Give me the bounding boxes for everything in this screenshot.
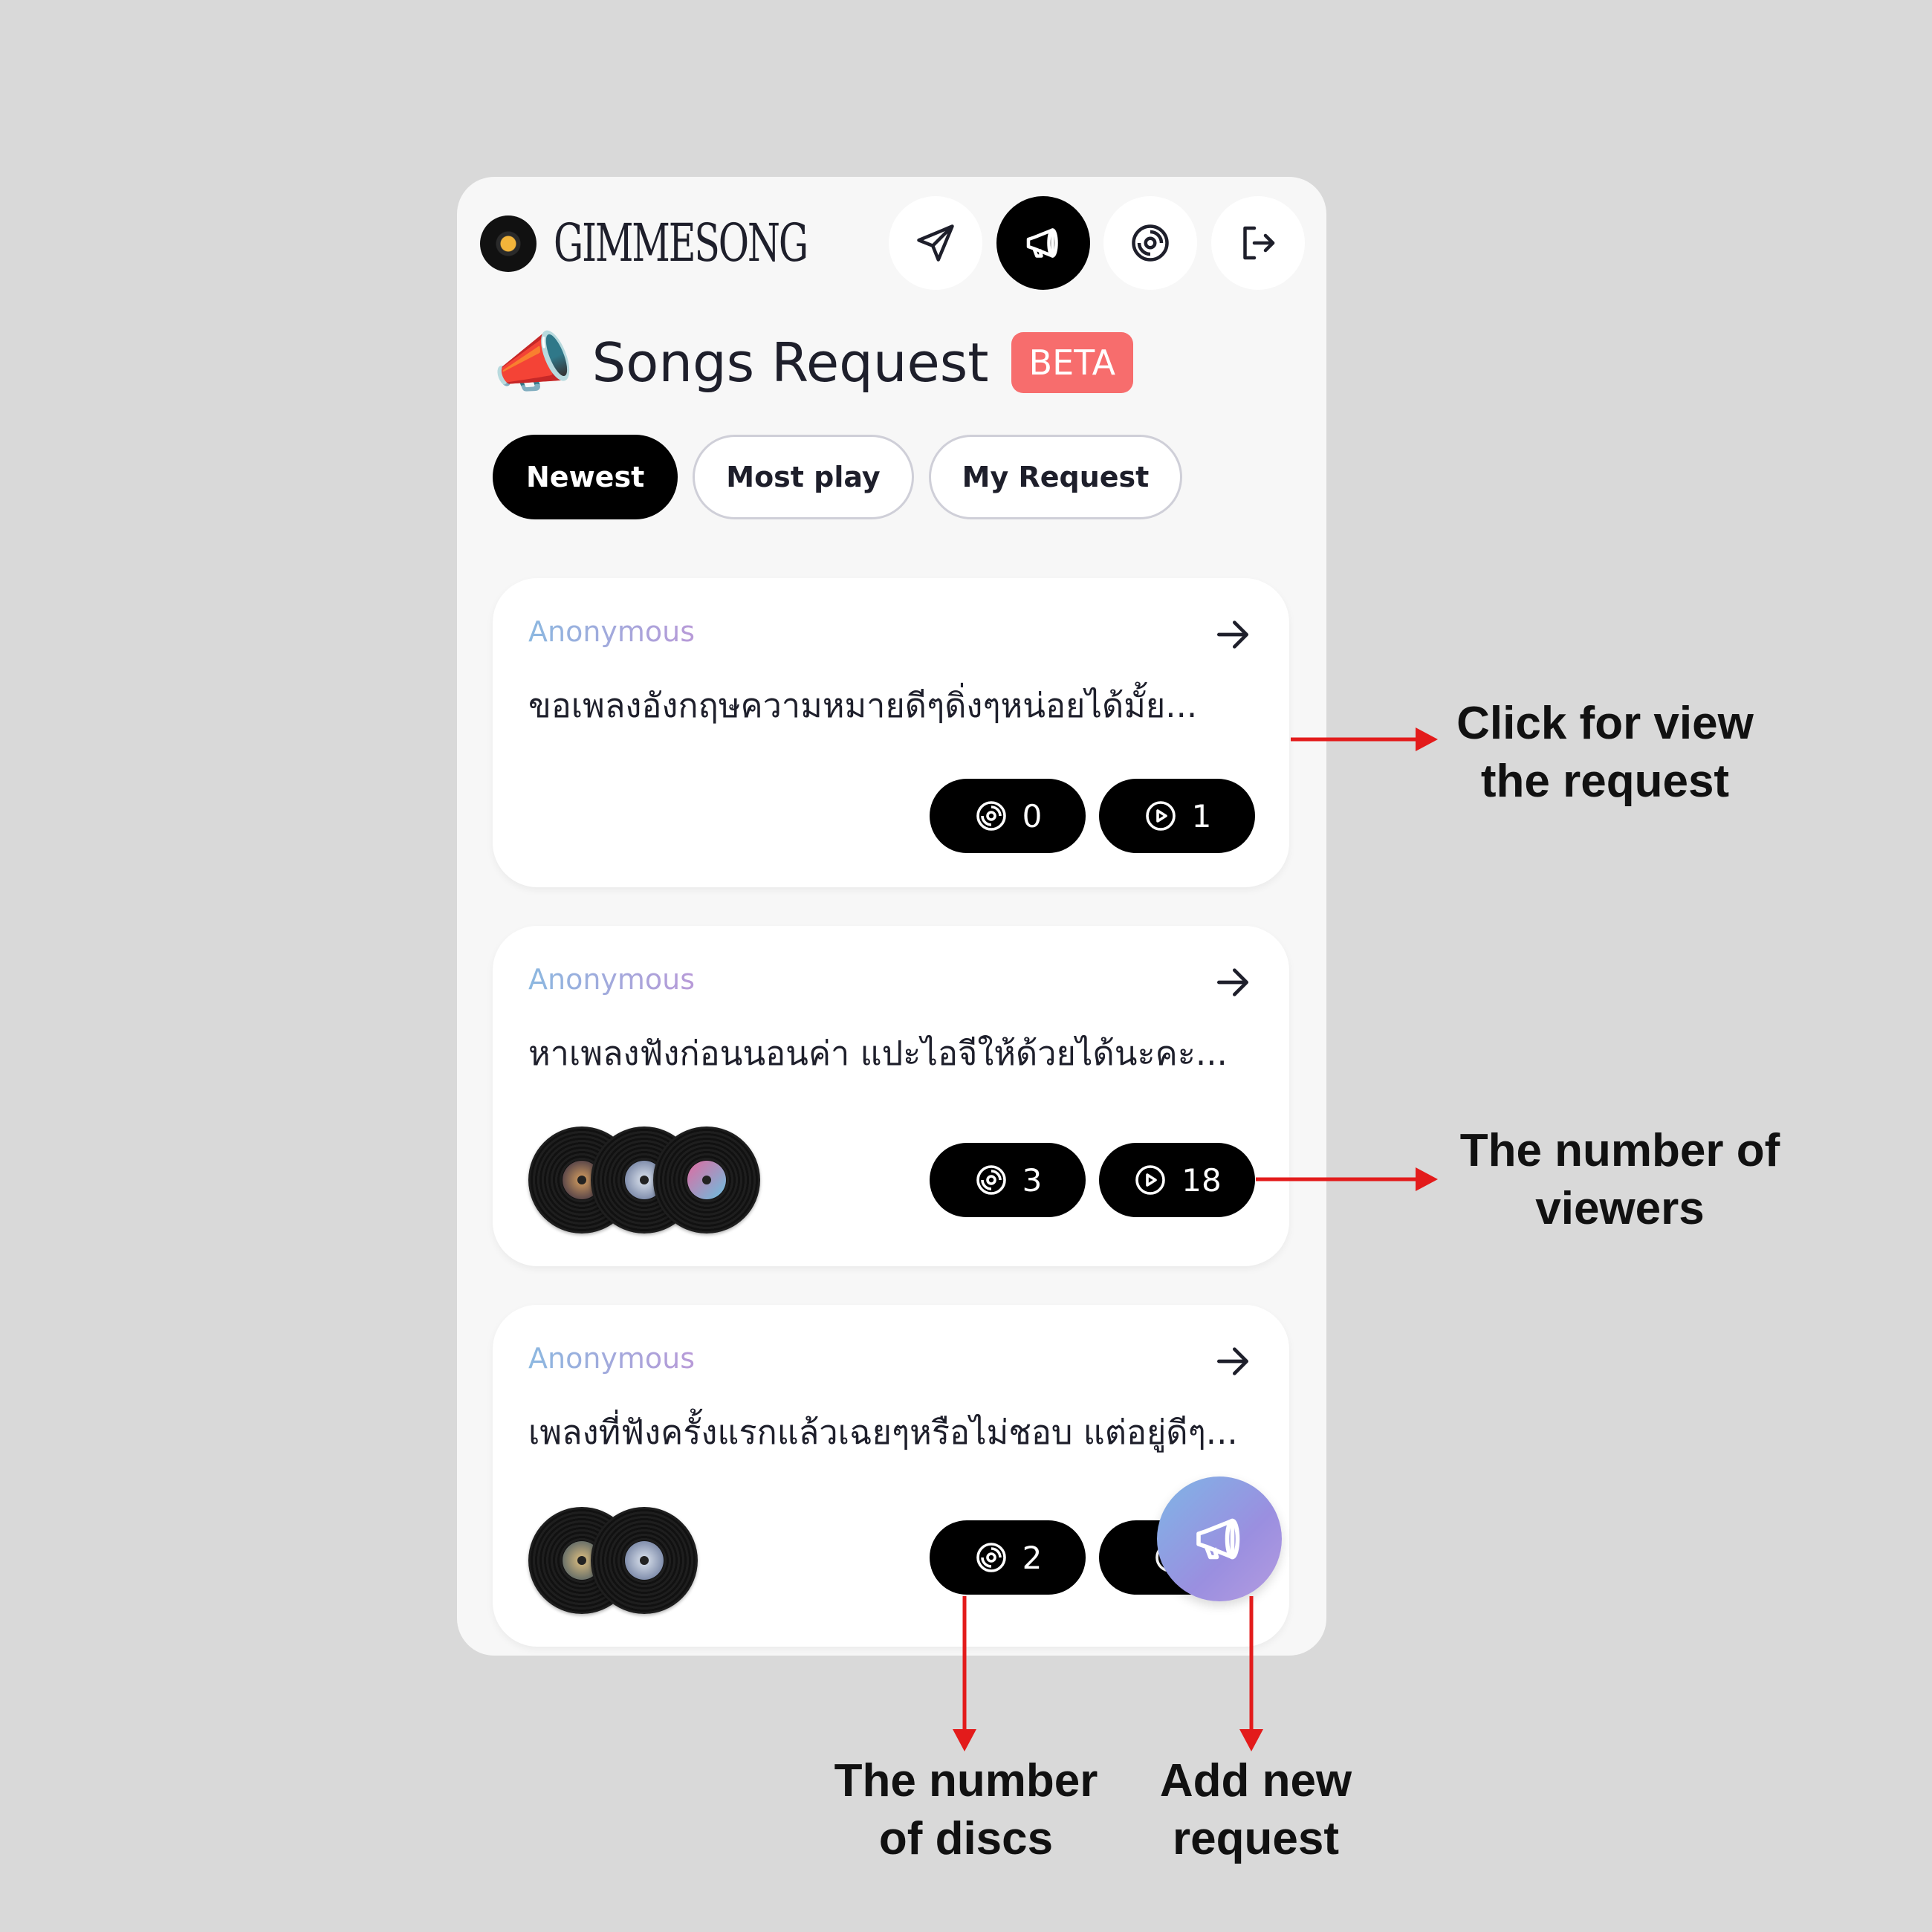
disc-count-badge: 0 — [930, 779, 1086, 853]
disc-count-badge: 2 — [930, 1520, 1086, 1595]
beta-badge: BETA — [1011, 332, 1134, 393]
nav-request-button[interactable] — [996, 196, 1090, 290]
page-title-row: 📣 Songs Request BETA — [493, 322, 1134, 403]
annotation-viewers: The number of viewers — [1459, 1125, 1780, 1234]
play-icon — [1135, 1165, 1166, 1195]
app-logo: GIMMESONG — [554, 213, 808, 273]
annotation-discs: The number of discs — [834, 1755, 1098, 1864]
tab-most-play[interactable]: Most play — [693, 435, 914, 519]
request-author: Anonymous — [528, 1342, 696, 1375]
request-card[interactable]: Anonymous เพลงที่ฟังครั้งแรกแล้วเฉยๆหรือ… — [493, 1305, 1289, 1647]
request-message: หาเพลงฟังก่อนนอนค่า แปะไอจีให้ด้วยได้นะค… — [528, 1034, 1228, 1073]
disc-icon — [976, 1165, 1006, 1195]
disc-count-badge: 3 — [930, 1143, 1086, 1217]
request-message: เพลงที่ฟังครั้งแรกแล้วเฉยๆหรือไม่ชอบ แต่… — [528, 1413, 1238, 1452]
page-title: Songs Request — [591, 331, 989, 394]
filter-tabs: Newest Most play My Request — [493, 435, 1183, 519]
annotation-view-request: Click for view the request — [1456, 698, 1754, 807]
annotation-add-new: Add new request — [1159, 1755, 1352, 1864]
song-disc-thumbnail — [653, 1127, 760, 1234]
disc-count: 0 — [1022, 797, 1043, 834]
view-count-badge: 18 — [1099, 1143, 1255, 1217]
nav-send-button[interactable] — [889, 196, 982, 290]
disc-icon — [976, 1543, 1006, 1572]
tab-my-request[interactable]: My Request — [928, 435, 1183, 519]
request-author: Anonymous — [528, 615, 696, 648]
disc-icon — [976, 801, 1006, 831]
view-count: 18 — [1181, 1161, 1222, 1199]
arrow-right-icon[interactable] — [1212, 1341, 1254, 1382]
play-icon — [1145, 801, 1176, 831]
send-icon — [917, 224, 954, 262]
megaphone-icon — [1026, 228, 1058, 258]
megaphone-emoji-icon: 📣 — [493, 324, 574, 401]
tab-newest[interactable]: Newest — [493, 435, 678, 519]
add-request-button[interactable] — [1157, 1476, 1282, 1601]
disc-count: 2 — [1022, 1539, 1043, 1576]
request-card[interactable]: Anonymous หาเพลงฟังก่อนนอนค่า แปะไอจีให้… — [493, 926, 1289, 1266]
request-author: Anonymous — [528, 963, 696, 996]
request-message: ขอเพลงอังกฤษความหมายดีๆดิ่งๆหน่อยได้มั้ย… — [528, 686, 1198, 725]
arrow-right-icon[interactable] — [1212, 614, 1254, 655]
logout-icon — [1243, 226, 1275, 260]
song-disc-thumbnail — [591, 1507, 698, 1614]
disc-icon — [1132, 224, 1169, 262]
header: GIMMESONG — [457, 177, 1326, 311]
logo-disc-icon — [480, 215, 537, 272]
app-screen: GIMMESONG 📣 Songs Request BETA Newest Mo… — [457, 177, 1326, 1656]
disc-count: 3 — [1022, 1161, 1043, 1199]
megaphone-icon — [1196, 1518, 1240, 1560]
view-count: 1 — [1191, 797, 1212, 834]
arrow-right-icon[interactable] — [1212, 962, 1254, 1003]
view-count-badge: 1 — [1099, 779, 1255, 853]
nav-disc-button[interactable] — [1103, 196, 1197, 290]
request-card[interactable]: Anonymous ขอเพลงอังกฤษความหมายดีๆดิ่งๆหน… — [493, 578, 1289, 887]
nav-logout-button[interactable] — [1211, 196, 1305, 290]
